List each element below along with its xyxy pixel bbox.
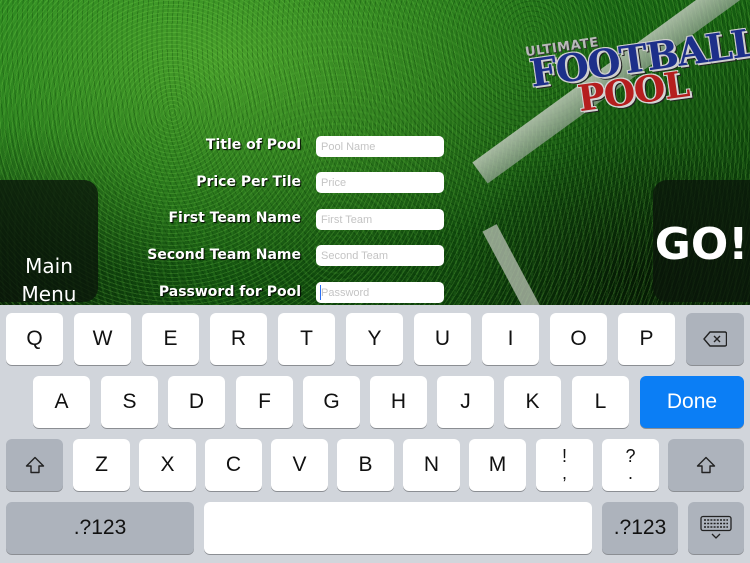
key-y[interactable]: Y [346, 313, 403, 365]
key-w[interactable]: W [74, 313, 131, 365]
backspace-icon [703, 331, 727, 347]
key-d[interactable]: D [168, 376, 225, 428]
hide-keyboard-key[interactable] [688, 502, 744, 554]
price-input[interactable] [316, 172, 444, 193]
price-label: Price Per Tile [196, 174, 301, 190]
key-k[interactable]: K [504, 376, 561, 428]
key-l[interactable]: L [572, 376, 629, 428]
shift-key-right[interactable] [668, 439, 744, 491]
keyboard-hide-icon [700, 515, 732, 539]
key-a[interactable]: A [33, 376, 90, 428]
pool-title-label: Title of Pool [205, 137, 301, 153]
key-s[interactable]: S [101, 376, 158, 428]
numbers-key-left[interactable]: .?123 [6, 502, 194, 554]
password-label: Password for Pool [158, 284, 301, 300]
key-f[interactable]: F [236, 376, 293, 428]
key-z[interactable]: Z [73, 439, 130, 491]
key-q[interactable]: Q [6, 313, 63, 365]
key-j[interactable]: J [437, 376, 494, 428]
space-key[interactable] [204, 502, 592, 554]
onscreen-keyboard: Q W E R T Y U I O P A S D F G H J K L Do… [0, 305, 750, 563]
text-cursor [320, 285, 321, 300]
pool-title-input[interactable] [316, 136, 444, 157]
key-exclamation-comma[interactable]: ! , [536, 439, 593, 491]
main-menu-button[interactable]: Main Menu [0, 180, 98, 305]
key-n[interactable]: N [403, 439, 460, 491]
key-x[interactable]: X [139, 439, 196, 491]
key-m[interactable]: M [469, 439, 526, 491]
key-b[interactable]: B [337, 439, 394, 491]
numbers-key-right[interactable]: .?123 [602, 502, 678, 554]
first-team-input[interactable] [316, 209, 444, 230]
done-key[interactable]: Done [640, 376, 744, 428]
key-c[interactable]: C [205, 439, 262, 491]
main-menu-label: Main Menu [21, 254, 77, 305]
shift-icon [25, 456, 44, 474]
key-g[interactable]: G [303, 376, 360, 428]
go-button[interactable]: GO! [653, 180, 750, 302]
password-input[interactable] [316, 282, 444, 303]
shift-key-left[interactable] [6, 439, 63, 491]
key-i[interactable]: I [482, 313, 539, 365]
key-p[interactable]: P [618, 313, 675, 365]
shift-icon [696, 456, 716, 474]
key-t[interactable]: T [278, 313, 335, 365]
first-team-label: First Team Name [168, 210, 301, 226]
second-team-input[interactable] [316, 245, 444, 266]
key-o[interactable]: O [550, 313, 607, 365]
key-h[interactable]: H [370, 376, 427, 428]
go-label: GO! [654, 218, 749, 270]
key-r[interactable]: R [210, 313, 267, 365]
key-u[interactable]: U [414, 313, 471, 365]
game-screen: ULTIMATE FOOTBALL POOL Main Menu GO! Tit… [0, 0, 750, 305]
key-question-period[interactable]: ? . [602, 439, 659, 491]
key-v[interactable]: V [271, 439, 328, 491]
second-team-label: Second Team Name [147, 247, 301, 263]
key-e[interactable]: E [142, 313, 199, 365]
backspace-key[interactable] [686, 313, 744, 365]
